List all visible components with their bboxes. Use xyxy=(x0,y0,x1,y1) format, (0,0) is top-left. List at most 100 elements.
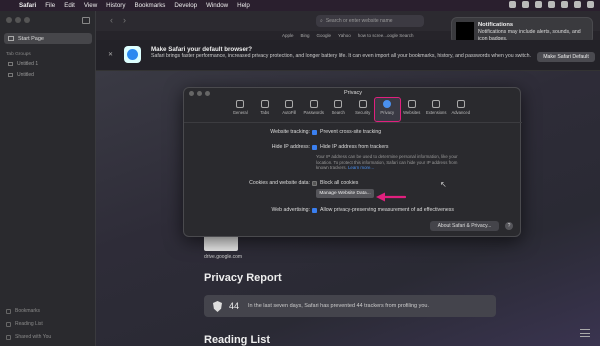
tab-label: Search xyxy=(331,110,345,115)
favorite-search[interactable]: how to scree...oogle Search xyxy=(358,33,414,38)
wifi-icon[interactable] xyxy=(561,1,568,8)
menu-bookmarks[interactable]: Bookmarks xyxy=(134,2,165,9)
favorite-apple[interactable]: Apple xyxy=(282,33,294,38)
option-label: Hide IP address from trackers xyxy=(320,144,389,150)
hide-ip-option[interactable]: Hide IP address from trackers xyxy=(312,144,389,150)
status-app-icon[interactable] xyxy=(535,1,542,8)
make-default-button[interactable]: Make Safari Default xyxy=(537,52,595,62)
tab-extensions[interactable]: Extensions xyxy=(424,98,449,121)
reading-list-title: Reading List xyxy=(204,334,271,346)
menu-file[interactable]: File xyxy=(45,2,55,9)
back-button[interactable]: ‹ xyxy=(110,15,113,25)
ad-measurement-checkbox[interactable] xyxy=(312,207,317,213)
tab-label: Passwords xyxy=(303,110,324,115)
favorite-google[interactable]: Google xyxy=(317,33,332,38)
hide-ip-label: Hide IP address: xyxy=(271,144,310,150)
tab-general[interactable]: General xyxy=(228,98,253,121)
block-cookies-option[interactable]: Block all cookies xyxy=(312,180,358,186)
block-cookies-checkbox[interactable] xyxy=(312,180,317,186)
sidebar-item-bookmarks[interactable]: Bookmarks xyxy=(6,308,40,314)
navigation-buttons: ‹ › xyxy=(110,15,126,25)
sidebar-toggle-icon[interactable] xyxy=(82,17,90,24)
menu-help[interactable]: Help xyxy=(237,2,250,9)
learn-more-link[interactable]: Learn more... xyxy=(348,165,374,170)
preferences-title: Privacy xyxy=(343,90,363,96)
menu-edit[interactable]: Edit xyxy=(64,2,75,9)
window-controls xyxy=(6,17,30,23)
customize-start-page-icon[interactable] xyxy=(580,329,590,337)
notification-title: Notifications xyxy=(478,22,514,28)
sidebar-item-label: Bookmarks xyxy=(15,308,41,314)
privacy-report-title: Privacy Report xyxy=(204,272,282,284)
help-button[interactable]: ? xyxy=(505,222,513,230)
address-bar[interactable]: ⌕ Search or enter website name xyxy=(316,15,424,27)
status-app-icon[interactable] xyxy=(522,1,529,8)
website-tracking-label: Website tracking: xyxy=(270,129,310,135)
tab-groups-header: Tab Groups xyxy=(6,52,31,57)
sidebar-item-start-page[interactable]: Start Page xyxy=(4,33,92,44)
menu-history[interactable]: History xyxy=(106,2,125,9)
forward-button[interactable]: › xyxy=(123,15,126,25)
option-label: Allow privacy-preserving measurement of … xyxy=(320,207,454,213)
search-icon: ⌕ xyxy=(320,18,323,24)
website-tracking-option[interactable]: Prevent cross-site tracking xyxy=(312,129,381,135)
default-browser-banner: ✕ Make Safari your default browser? Safa… xyxy=(96,40,600,71)
ad-measurement-option[interactable]: Allow privacy-preserving measurement of … xyxy=(312,207,454,213)
pencil-icon xyxy=(285,100,294,108)
shield-icon xyxy=(213,301,222,312)
shared-icon xyxy=(6,334,11,340)
favorite-yahoo[interactable]: Yahoo xyxy=(338,33,351,38)
minimize-window-button[interactable] xyxy=(15,17,21,23)
banner-description: Safari brings faster performance, increa… xyxy=(151,53,531,59)
tracker-count: 44 xyxy=(229,301,240,311)
menu-develop[interactable]: Develop xyxy=(174,2,197,9)
sidebar-item-label: Shared with You xyxy=(15,334,52,340)
lock-icon xyxy=(358,100,367,108)
close-window-button[interactable] xyxy=(6,17,12,23)
sidebar-item-label: Untitled 1 xyxy=(17,61,39,67)
divider xyxy=(184,122,522,123)
cookies-label: Cookies and website data: xyxy=(249,180,310,186)
key-icon xyxy=(309,100,318,108)
privacy-preferences-window: Privacy General Tabs AutoFill Passwords … xyxy=(183,87,522,237)
menu-window[interactable]: Window xyxy=(206,2,228,9)
status-app-icon[interactable] xyxy=(548,1,555,8)
favorite-bing[interactable]: Bing xyxy=(301,33,310,38)
tab-privacy[interactable]: Privacy xyxy=(374,97,401,122)
menu-bar: Safari File Edit View History Bookmarks … xyxy=(0,0,600,11)
bookmarks-icon xyxy=(6,308,11,314)
hide-ip-checkbox[interactable] xyxy=(312,144,317,150)
tab-search[interactable]: Search xyxy=(326,98,351,121)
menu-safari[interactable]: Safari xyxy=(19,2,36,9)
sidebar-item-reading-list[interactable]: Reading List xyxy=(6,321,43,327)
tab-tabs[interactable]: Tabs xyxy=(253,98,278,121)
tabs-icon xyxy=(8,36,14,41)
status-app-icon[interactable] xyxy=(509,1,516,8)
tab-passwords[interactable]: Passwords xyxy=(302,98,327,121)
sidebar-item-untitled[interactable]: Untitled xyxy=(8,72,34,78)
tab-websites[interactable]: Websites xyxy=(400,98,425,121)
control-center-icon[interactable] xyxy=(587,1,594,8)
privacy-report-card[interactable]: 44 In the last seven days, Safari has pr… xyxy=(204,295,496,317)
site-label[interactable]: drive.google.com xyxy=(204,254,242,260)
tab-label: Extensions xyxy=(426,110,447,115)
tab-label: Privacy xyxy=(380,110,395,115)
address-placeholder: Search or enter website name xyxy=(325,18,393,24)
manage-website-data-button[interactable]: Manage Website Data... xyxy=(316,189,374,198)
tab-security[interactable]: Security xyxy=(351,98,376,121)
tabs-icon xyxy=(260,100,269,108)
about-safari-privacy-button[interactable]: About Safari & Privacy... xyxy=(430,221,499,231)
sidebar: Start Page Tab Groups Untitled 1 Untitle… xyxy=(0,11,96,346)
close-icon[interactable]: ✕ xyxy=(108,51,113,58)
menu-view[interactable]: View xyxy=(84,2,97,9)
tab-autofill[interactable]: AutoFill xyxy=(277,98,302,121)
website-tracking-checkbox[interactable] xyxy=(312,129,317,135)
hide-ip-note: Your IP address can be used to determine… xyxy=(316,154,471,171)
search-icon xyxy=(334,100,343,108)
sidebar-item-shared-with-you[interactable]: Shared with You xyxy=(6,334,51,340)
mouse-cursor-icon: ↖ xyxy=(440,180,447,189)
tab-advanced[interactable]: Advanced xyxy=(449,98,474,121)
search-icon[interactable] xyxy=(574,1,581,8)
zoom-window-button[interactable] xyxy=(24,17,30,23)
sidebar-item-untitled-1[interactable]: Untitled 1 xyxy=(8,61,38,67)
